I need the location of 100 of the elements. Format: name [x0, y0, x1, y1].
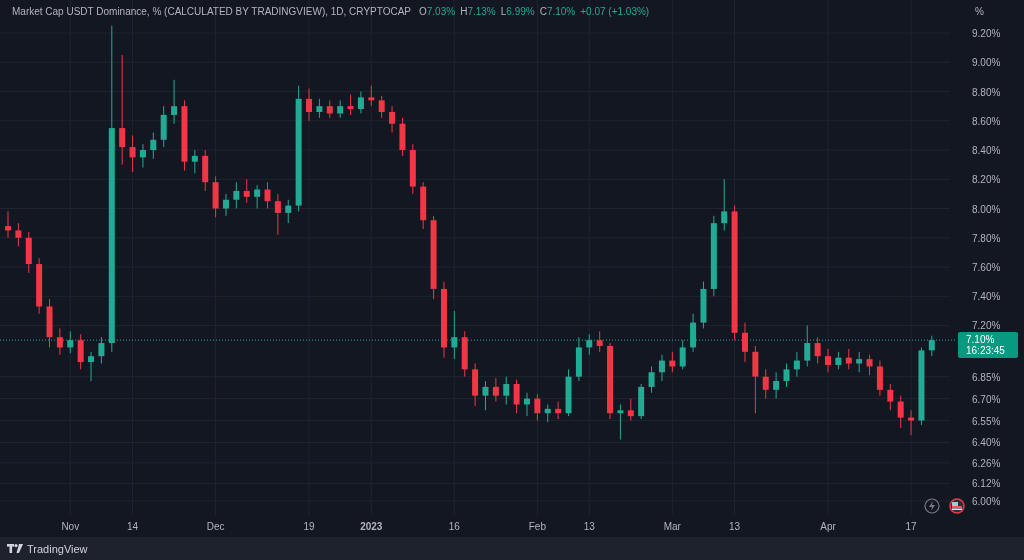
- candle: [544, 403, 551, 423]
- candle: [56, 327, 63, 356]
- candle: [596, 330, 603, 353]
- candle: [856, 351, 863, 373]
- candle: [887, 383, 894, 411]
- price-label: 8.80%: [972, 86, 1001, 98]
- candle: [191, 149, 198, 174]
- price-label: 9.00%: [972, 57, 1001, 69]
- candle: [835, 351, 842, 370]
- countdown-timer: 16:23:45: [966, 345, 1005, 357]
- candle: [420, 181, 427, 230]
- candle: [15, 222, 22, 248]
- price-label: 6.26%: [972, 457, 1001, 469]
- candle: [482, 380, 489, 411]
- date-label: 17: [905, 521, 917, 532]
- candle: [575, 336, 582, 382]
- lightning-icon[interactable]: [924, 498, 940, 514]
- date-label: 2023: [360, 521, 383, 532]
- candle: [202, 149, 209, 192]
- candle: [472, 363, 479, 407]
- candle: [565, 368, 572, 417]
- candle: [274, 193, 281, 236]
- candle: [638, 383, 645, 420]
- price-label: 6.00%: [972, 495, 1001, 507]
- candle: [908, 409, 915, 436]
- candle: [451, 310, 458, 360]
- candle: [36, 257, 43, 315]
- candle: [762, 368, 769, 400]
- date-label: Nov: [61, 521, 80, 532]
- candle: [399, 117, 406, 157]
- candle: [316, 98, 323, 119]
- price-label: 6.40%: [972, 437, 1001, 449]
- candle: [700, 281, 707, 329]
- candle: [243, 178, 250, 204]
- price-label: 6.70%: [972, 393, 1001, 405]
- candle: [378, 95, 385, 119]
- date-label: 16: [448, 521, 460, 532]
- candle: [627, 398, 634, 422]
- price-label: 8.20%: [972, 174, 1001, 186]
- date-label: 14: [127, 521, 139, 532]
- candle: [160, 105, 167, 148]
- candle: [586, 333, 593, 356]
- candle: [129, 134, 136, 173]
- candle: [814, 336, 821, 364]
- brand-name: TradingView: [27, 542, 88, 555]
- candle: [534, 393, 541, 422]
- price-label: 6.85%: [972, 371, 1001, 383]
- candle: [866, 354, 873, 376]
- date-label: 13: [729, 521, 741, 532]
- price-label: 9.20%: [972, 28, 1001, 40]
- price-label: 7.20%: [972, 320, 1001, 332]
- candle: [617, 403, 624, 441]
- candle: [5, 210, 11, 239]
- price-label: 8.00%: [972, 203, 1001, 215]
- date-label: 13: [583, 521, 595, 532]
- date-label: Mar: [663, 521, 681, 532]
- candle: [513, 379, 520, 414]
- axis-unit: %: [975, 6, 984, 17]
- date-label: 19: [303, 521, 315, 532]
- candle: [793, 351, 800, 378]
- candle: [264, 181, 271, 209]
- candle: [357, 91, 364, 114]
- candle: [773, 371, 780, 400]
- candle: [492, 377, 499, 403]
- ohlc-value: L6.99%: [500, 6, 535, 17]
- date-label: Feb: [528, 521, 546, 532]
- candle: [223, 193, 229, 217]
- candle: [254, 184, 261, 209]
- candle: [721, 178, 728, 231]
- candle: [139, 143, 146, 169]
- flag-icon[interactable]: [949, 498, 965, 514]
- date-label: Apr: [820, 521, 836, 532]
- candle: [783, 363, 790, 388]
- candle: [752, 345, 759, 414]
- chart-title: Market Cap USDT Dominance, % (CALCULATED BY TRADINGVIEW), 1D, CRYPTOCAP: [12, 6, 411, 17]
- price-change: +0.07 (+1.03%): [580, 6, 650, 17]
- candle: [233, 181, 240, 209]
- candle: [212, 175, 219, 218]
- candle: [503, 376, 510, 405]
- price-label: 6.12%: [972, 478, 1001, 490]
- price-tag: [958, 332, 1018, 359]
- candle: [88, 351, 95, 382]
- candle: [326, 99, 333, 119]
- candle: [845, 348, 852, 370]
- price-tag-value: 7.10%: [966, 334, 995, 346]
- candle: [171, 79, 178, 125]
- price-label: 8.60%: [972, 115, 1001, 127]
- candle: [389, 105, 396, 133]
- date-label: Dec: [206, 521, 225, 532]
- candle: [25, 231, 32, 274]
- price-label: 7.60%: [972, 262, 1001, 273]
- candle: [669, 351, 676, 373]
- candle: [368, 85, 375, 107]
- candle: [928, 335, 935, 357]
- candle: [825, 348, 831, 373]
- candle: [658, 354, 665, 382]
- ohlc-value: O7.03%: [419, 6, 456, 17]
- candle: [690, 313, 697, 353]
- candle: [461, 330, 468, 378]
- candle: [67, 330, 74, 354]
